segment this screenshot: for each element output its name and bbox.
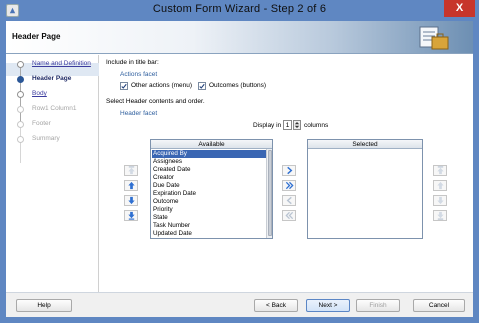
list-item[interactable]: Creator: [152, 174, 174, 182]
move-right-button[interactable]: [282, 165, 296, 176]
help-button[interactable]: Help: [16, 299, 72, 312]
check-icon: [199, 83, 205, 89]
available-list[interactable]: Available Acquired By Assignees Created …: [150, 139, 273, 239]
list-item[interactable]: Expiration Date: [152, 190, 196, 198]
selected-list[interactable]: Selected: [307, 139, 423, 239]
list-item[interactable]: Created Date: [152, 166, 190, 174]
list-item[interactable]: Due Date: [152, 182, 180, 190]
header-banner: Header Page: [6, 21, 473, 54]
step-row1-column1: Row1 Column1: [32, 105, 77, 112]
list-item[interactable]: Assignees: [152, 158, 182, 166]
step-body[interactable]: Body: [32, 90, 47, 97]
header-facet-label: Header facet: [120, 110, 158, 117]
move-bottom-icon: [127, 211, 135, 220]
available-move-bottom-button[interactable]: [124, 210, 138, 221]
finish-button[interactable]: Finish: [356, 299, 400, 312]
available-header: Available: [151, 140, 272, 149]
move-all-right-icon: [285, 181, 294, 190]
move-bottom-icon: [436, 211, 444, 220]
next-button[interactable]: Next >: [306, 299, 350, 312]
wizard-steps-nav: Name and Definition Header Page Body Row…: [6, 55, 99, 292]
move-top-icon: [436, 166, 444, 175]
other-actions-label: Other actions (menu): [131, 82, 193, 89]
step-marker: [17, 106, 24, 113]
display-in-label: Display in: [253, 122, 282, 129]
move-down-icon: [436, 196, 444, 205]
columns-input[interactable]: 1: [283, 120, 292, 130]
scrollbar-thumb[interactable]: [268, 150, 272, 236]
select-header-label: Select Header contents and order.: [106, 98, 205, 105]
back-button[interactable]: < Back: [254, 299, 298, 312]
move-down-icon: [127, 196, 135, 205]
selected-move-top-button[interactable]: [433, 165, 447, 176]
close-icon: X: [455, 2, 464, 14]
page-title: Header Page: [12, 32, 61, 41]
spinner-arrows-icon: [294, 122, 300, 128]
title-bar[interactable]: Custom Form Wizard - Step 2 of 6 X: [0, 0, 479, 21]
selected-move-bottom-button[interactable]: [433, 210, 447, 221]
move-up-icon: [127, 181, 135, 190]
columns-label: columns: [304, 122, 329, 129]
steps-connector-disabled: [20, 123, 21, 163]
list-item[interactable]: Outcome: [152, 198, 179, 206]
wizard-graphic-icon: [419, 26, 449, 50]
move-right-icon: [286, 166, 292, 175]
list-item[interactable]: Priority: [152, 206, 173, 214]
selected-header: Selected: [308, 140, 422, 149]
wizard-content: Include in title bar: Actions facet Othe…: [102, 55, 473, 292]
list-item[interactable]: Updated Date: [152, 230, 192, 238]
available-move-down-button[interactable]: [124, 195, 138, 206]
columns-spinner[interactable]: [293, 120, 301, 130]
step-marker-current: [17, 76, 24, 83]
outcomes-label: Outcomes (buttons): [209, 82, 267, 89]
step-marker: [17, 136, 24, 143]
include-title-label: Include in title bar:: [106, 59, 159, 66]
move-left-icon: [286, 196, 292, 205]
move-up-icon: [436, 181, 444, 190]
step-name-and-definition[interactable]: Name and Definition: [32, 60, 91, 67]
list-item[interactable]: Acquired By: [152, 150, 266, 158]
cancel-button[interactable]: Cancel: [413, 299, 465, 312]
check-icon: [121, 83, 127, 89]
step-marker: [17, 91, 24, 98]
actions-facet-label: Actions facet: [120, 71, 158, 78]
selected-move-up-button[interactable]: [433, 180, 447, 191]
other-actions-checkbox[interactable]: [120, 82, 128, 90]
move-top-icon: [127, 166, 135, 175]
list-item[interactable]: Task Number: [152, 222, 190, 230]
window-title: Custom Form Wizard - Step 2 of 6: [152, 3, 327, 15]
step-header-page[interactable]: Header Page: [32, 75, 71, 82]
selected-move-down-button[interactable]: [433, 195, 447, 206]
step-summary: Summary: [32, 135, 60, 142]
move-all-left-button[interactable]: [282, 210, 296, 221]
list-item[interactable]: State: [152, 214, 168, 222]
outcomes-checkbox[interactable]: [198, 82, 206, 90]
step-footer: Footer: [32, 120, 51, 127]
move-left-button[interactable]: [282, 195, 296, 206]
step-marker: [17, 121, 24, 128]
available-move-up-button[interactable]: [124, 180, 138, 191]
wizard-footer: Help < Back Next > Finish Cancel: [6, 292, 473, 317]
step-marker: [17, 61, 24, 68]
available-move-top-button[interactable]: [124, 165, 138, 176]
move-all-left-icon: [284, 211, 293, 220]
close-button[interactable]: X: [444, 0, 475, 17]
move-all-right-button[interactable]: [282, 180, 296, 191]
wizard-client: Header Page Name and Definition Header P…: [6, 21, 473, 317]
available-scrollbar[interactable]: [266, 149, 272, 238]
